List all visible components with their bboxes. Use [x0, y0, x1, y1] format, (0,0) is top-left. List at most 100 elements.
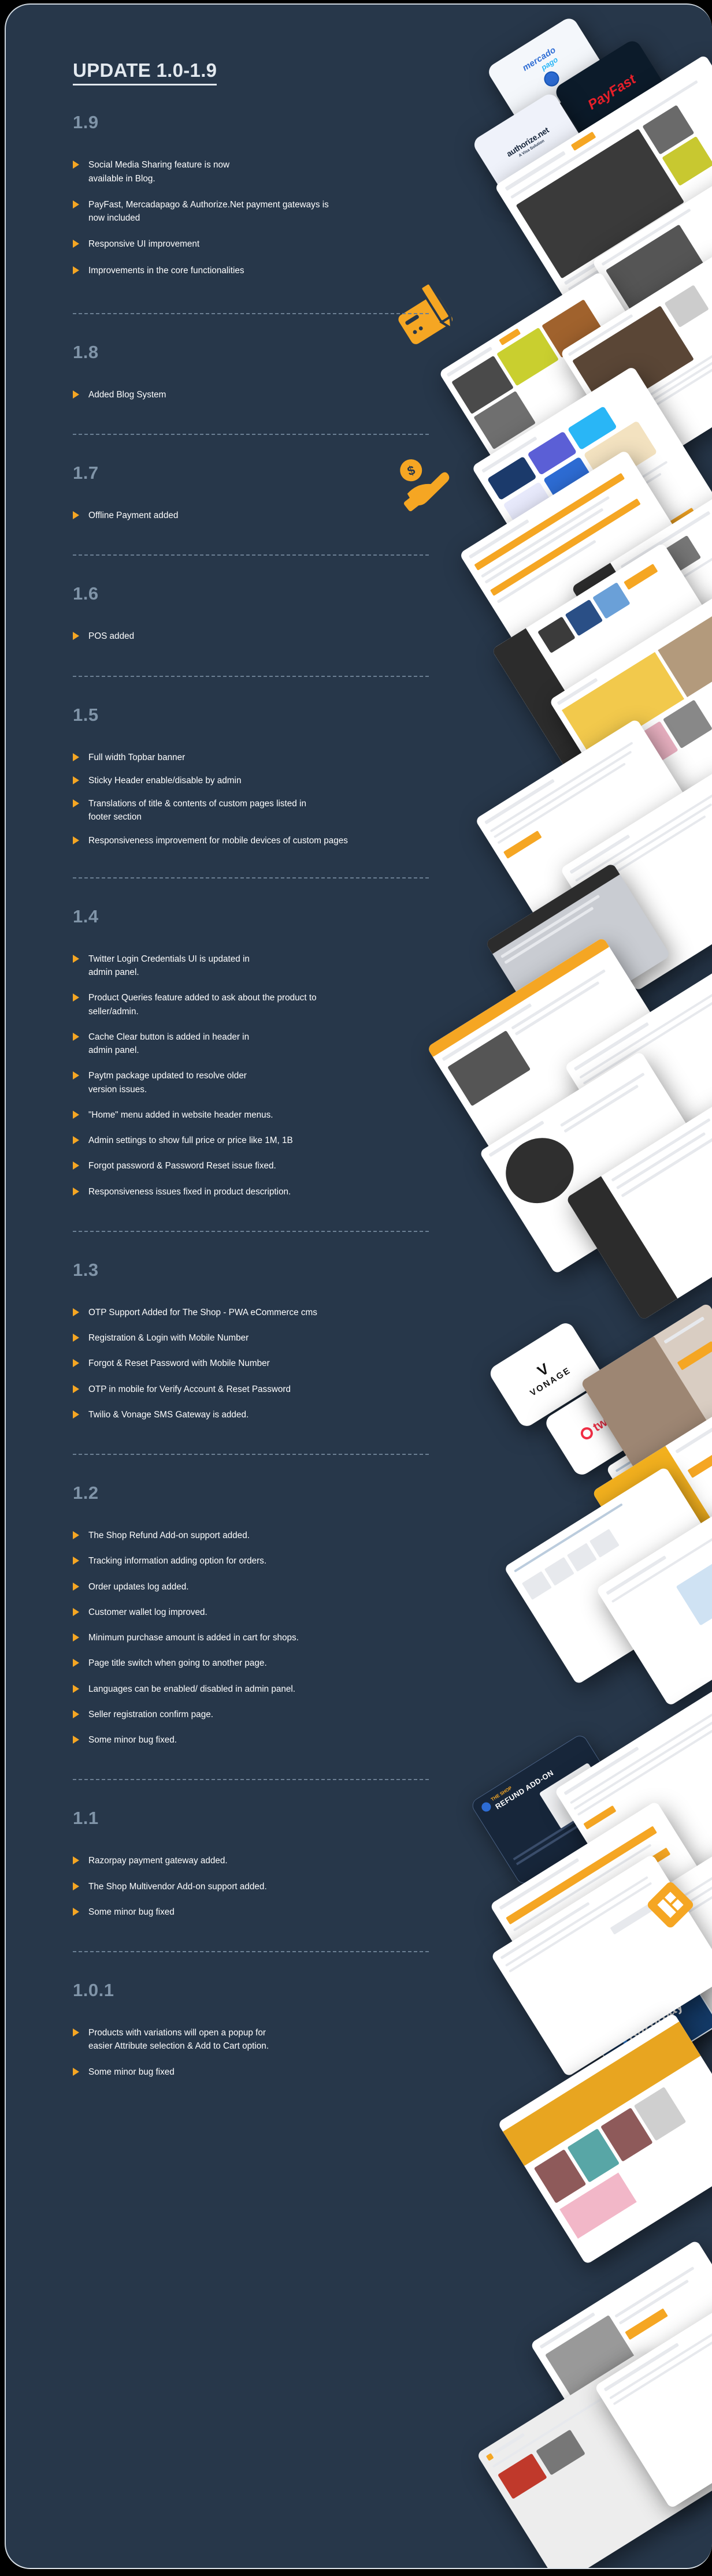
- release-items: Razorpay payment gateway added. The Shop…: [73, 1854, 503, 1919]
- screenshot-refund-list: [554, 1689, 712, 1913]
- list-item: Forgot password & Password Reset issue f…: [73, 1159, 503, 1172]
- screenshot-custom-page-b: [559, 768, 712, 992]
- screenshot-cart: [594, 2288, 712, 2509]
- release-version: 1.0.1: [73, 1980, 114, 2001]
- list-item-text: POS added: [88, 631, 135, 642]
- bullet-arrow-icon: [73, 776, 79, 784]
- list-item: OTP in mobile for Verify Account & Reset…: [73, 1383, 503, 1396]
- list-item-text: The Shop Refund Add-on support added.: [88, 1531, 250, 1541]
- release-section-1-4: 1.4 Twitter Login Credentials UI is upda…: [73, 906, 503, 1198]
- brand-card-razorpay: Razorpay: [581, 1960, 712, 2086]
- list-item-text: "Home" menu added in website header menu…: [88, 1110, 273, 1120]
- list-item: OTP Support Added for The Shop - PWA eCo…: [73, 1306, 503, 1319]
- list-item: PayFast, Mercadapago & Authorize.Net pay…: [73, 198, 503, 225]
- screenshot-custom-page-a: [474, 718, 710, 937]
- mercado-pago-word-top: mercado: [521, 44, 558, 73]
- addon-blocks-icon: [647, 1882, 694, 1928]
- bullet-arrow-icon: [73, 1110, 79, 1119]
- bullet-arrow-icon: [73, 1384, 79, 1393]
- section-divider: [73, 1779, 429, 1781]
- list-item: Translations of title & contents of cust…: [73, 797, 503, 824]
- brand-card-payfast: PayFast: [552, 38, 672, 147]
- screenshot-promo-10-percent: [580, 1302, 712, 1485]
- bullet-arrow-icon: [73, 161, 79, 169]
- screenshot-order-invoice: [490, 1853, 712, 2078]
- list-item: Sticky Header enable/disable by admin: [73, 774, 503, 787]
- list-item: Paytm package updated to resolve older v…: [73, 1069, 503, 1096]
- list-item: Forgot & Reset Password with Mobile Numb…: [73, 1357, 503, 1370]
- release-items: POS added: [73, 630, 503, 643]
- release-version: 1.6: [73, 583, 99, 604]
- list-item-text: Twilio & Vonage SMS Gateway is added.: [88, 1409, 249, 1420]
- list-item: The Shop Refund Add-on support added.: [73, 1529, 503, 1542]
- twilio-wordmark: twilio: [590, 1405, 626, 1435]
- list-item-text: Improvements in the core functionalities: [88, 265, 244, 276]
- release-version: 1.1: [73, 1808, 99, 1829]
- razorpay-mark-icon: [616, 2032, 630, 2049]
- list-item: Minimum purchase amount is added in cart…: [73, 1631, 503, 1644]
- bullet-arrow-icon: [73, 1659, 79, 1667]
- changelog-content: UPDATE 1.0-1.9 1.9 Social Media Sharing …: [6, 5, 503, 2079]
- bullet-arrow-icon: [73, 1607, 79, 1616]
- screenshot-blog-article: [559, 251, 712, 475]
- mercado-pago-handshake-icon: [541, 68, 562, 90]
- page-title: UPDATE 1.0-1.9: [73, 59, 217, 86]
- bullet-arrow-icon: [73, 1187, 79, 1196]
- bullet-arrow-icon: [73, 1856, 79, 1865]
- bullet-arrow-icon: [73, 836, 79, 844]
- release-version: 1.9: [73, 112, 99, 133]
- section-divider: [73, 1230, 429, 1232]
- list-item: Products with variations will open a pop…: [73, 2026, 503, 2053]
- section-divider: [73, 877, 429, 878]
- bullet-arrow-icon: [73, 1531, 79, 1540]
- release-section-1-2: 1.2 The Shop Refund Add-on support added…: [73, 1483, 503, 1747]
- list-item-text: Some minor bug fixed: [88, 2067, 175, 2077]
- screenshot-variation-popup: [529, 2239, 712, 2471]
- screenshot-otp-entry: [503, 1466, 712, 1685]
- list-item-text: Translations of title & contents of cust…: [88, 799, 306, 822]
- brand-card-twilio: twilio: [543, 1369, 661, 1479]
- screenshot-mobile-preview: [485, 862, 671, 1036]
- brand-card-mercado-pago: mercado pago: [485, 15, 608, 127]
- release-section-1-3: 1.3 OTP Support Added for The Shop - PWA…: [73, 1260, 503, 1421]
- screenshot-watch-product: [479, 1051, 712, 1275]
- list-item-text: Offline Payment added: [88, 511, 179, 521]
- authorize-net-wordmark: authorize.net: [505, 125, 551, 159]
- list-item-text: Minimum purchase amount is added in cart…: [88, 1633, 299, 1643]
- screenshot-reset-password: [606, 1370, 712, 1591]
- list-item-text: Cache Clear button is added in header in…: [88, 1032, 250, 1056]
- list-item-text: Forgot & Reset Password with Mobile Numb…: [88, 1358, 270, 1369]
- list-item-text: Responsiveness improvement for mobile de…: [88, 835, 348, 846]
- list-item: Responsiveness issues fixed in product d…: [73, 1185, 503, 1198]
- release-section-1-1: 1.1 Razorpay payment gateway added. The …: [73, 1808, 503, 1919]
- list-item-text: Admin settings to show full price or pri…: [88, 1136, 293, 1146]
- authorize-net-tagline: A Visa Solution: [518, 139, 546, 158]
- release-version: 1.4: [73, 906, 99, 926]
- release-section-1-5: 1.5 Full width Topbar banner Sticky Head…: [73, 705, 503, 847]
- list-item-text: Some minor bug fixed.: [88, 1735, 177, 1745]
- list-item: Seller registration confirm page.: [73, 1708, 503, 1721]
- list-item: Full width Topbar banner: [73, 751, 503, 764]
- list-item-text: Forgot password & Password Reset issue f…: [88, 1161, 276, 1171]
- bullet-arrow-icon: [73, 266, 79, 274]
- release-section-1-8: 1.8 Added Blog System: [73, 342, 503, 401]
- release-items: Twitter Login Credentials UI is updated …: [73, 952, 503, 1198]
- pos-terminal-icon: [516, 634, 584, 692]
- bullet-arrow-icon: [73, 200, 79, 209]
- list-item: Product Queries feature added to ask abo…: [73, 991, 503, 1018]
- screenshot-subscriber-promo: [592, 1412, 712, 1595]
- brand-card-vonage: V VONAGE: [487, 1320, 606, 1430]
- bullet-arrow-icon: [73, 1882, 79, 1890]
- changelog-panel: mercado pago PayFast authorize.net A Vis…: [5, 3, 712, 2569]
- list-item: Order updates log added.: [73, 1580, 503, 1594]
- list-item: Some minor bug fixed: [73, 1905, 503, 1919]
- bullet-arrow-icon: [73, 1907, 79, 1916]
- list-item-text: Order updates log added.: [88, 1581, 189, 1592]
- list-item-text: Paytm package updated to resolve older v…: [88, 1071, 247, 1095]
- bullet-arrow-icon: [73, 390, 79, 399]
- release-items: Offline Payment added: [73, 509, 503, 522]
- list-item: Responsive UI improvement: [73, 237, 503, 251]
- section-divider: [73, 554, 429, 556]
- list-item: Some minor bug fixed.: [73, 1733, 503, 1747]
- bullet-arrow-icon: [73, 1334, 79, 1342]
